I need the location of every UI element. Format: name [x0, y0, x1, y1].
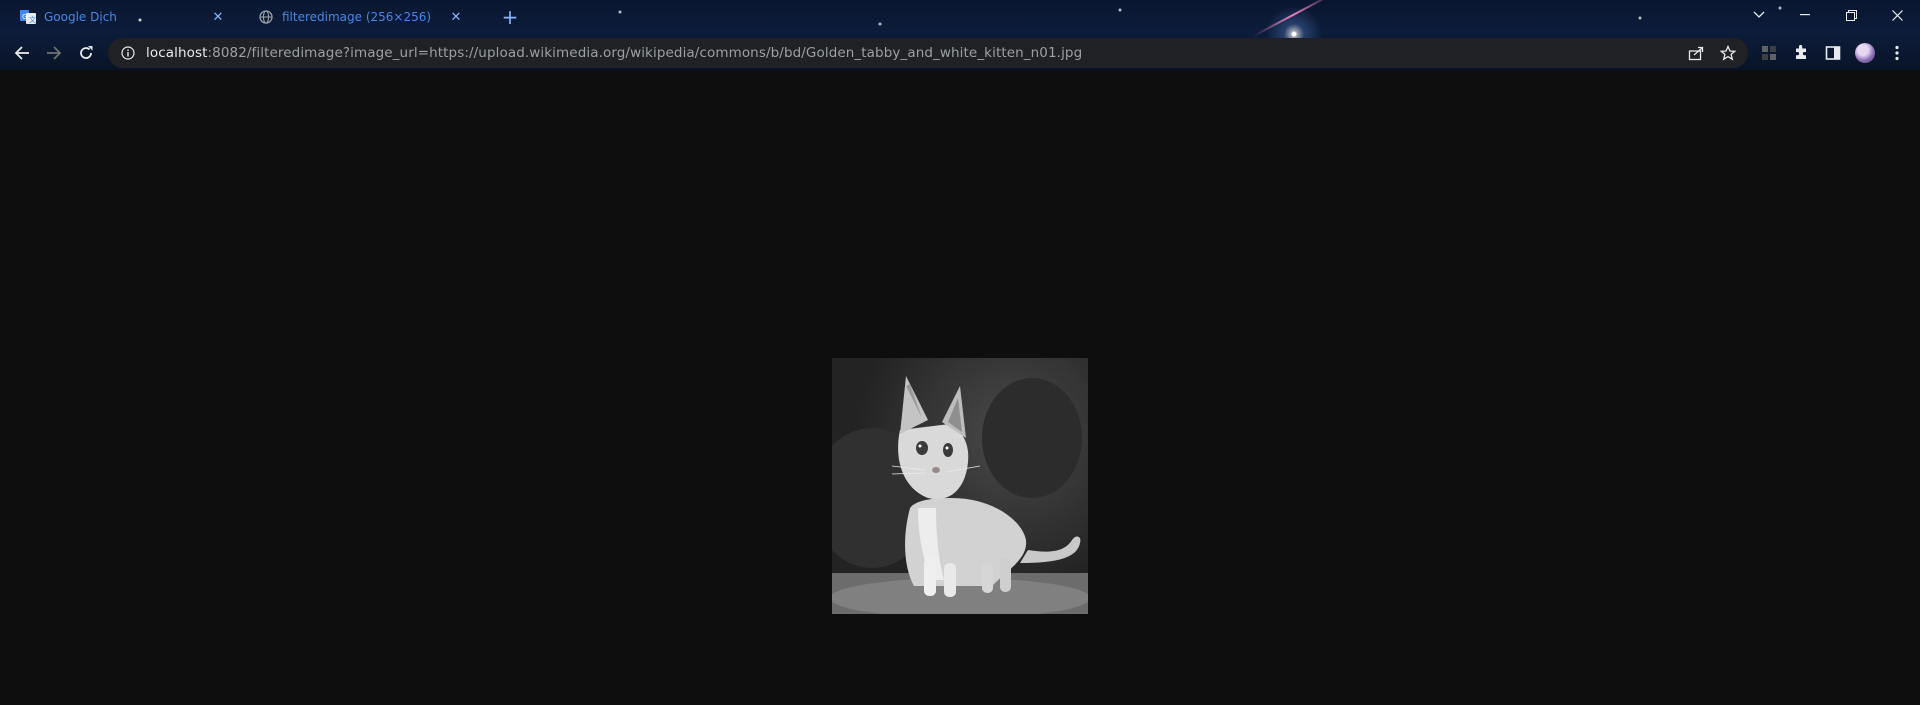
url-path: :8082/filteredimage?image_url=https://up…: [207, 45, 1083, 61]
globe-icon: [258, 9, 274, 25]
browser-toolbar: localhost:8082/filteredimage?image_url=h…: [0, 36, 1920, 70]
extension-puzzle-grid-icon[interactable]: [1757, 41, 1781, 65]
url-host: localhost: [146, 45, 208, 61]
extensions-icon[interactable]: [1789, 41, 1813, 65]
google-translate-icon: G 文: [20, 9, 36, 25]
profile-avatar[interactable]: [1853, 41, 1877, 65]
reload-button[interactable]: [72, 39, 100, 67]
kitten-illustration: [832, 358, 1088, 614]
tab-search-icon[interactable]: [1736, 0, 1782, 30]
new-tab-button[interactable]: +: [498, 5, 522, 29]
url-text: localhost:8082/filteredimage?image_url=h…: [146, 45, 1082, 61]
share-icon[interactable]: [1686, 43, 1706, 63]
tab-title: Google Dịch: [44, 10, 117, 24]
tab-title: filteredimage (256×256): [282, 10, 432, 24]
tab-google-translate[interactable]: G 文 Google Dịch ✕: [2, 2, 238, 32]
tab-strip: G 文 Google Dịch ✕ filteredimage (256×256…: [0, 0, 1920, 34]
close-tab-icon[interactable]: ✕: [208, 7, 228, 27]
menu-kebab-icon[interactable]: [1885, 41, 1909, 65]
svg-text:G: G: [22, 13, 27, 21]
side-panel-icon[interactable]: [1821, 41, 1845, 65]
close-tab-icon[interactable]: ✕: [446, 7, 466, 27]
back-button[interactable]: [8, 39, 36, 67]
kitten-grayscale-image: [832, 358, 1088, 614]
svg-text:文: 文: [29, 15, 36, 24]
restore-icon[interactable]: [1828, 0, 1874, 30]
minimize-icon[interactable]: [1782, 0, 1828, 30]
tab-filteredimage[interactable]: filteredimage (256×256) ✕: [240, 2, 476, 32]
forward-button[interactable]: [40, 39, 68, 67]
site-info-icon[interactable]: [120, 45, 136, 61]
close-window-icon[interactable]: [1874, 0, 1920, 30]
address-bar[interactable]: localhost:8082/filteredimage?image_url=h…: [108, 38, 1748, 68]
bookmark-star-icon[interactable]: [1718, 43, 1738, 63]
avatar: [1855, 43, 1875, 63]
